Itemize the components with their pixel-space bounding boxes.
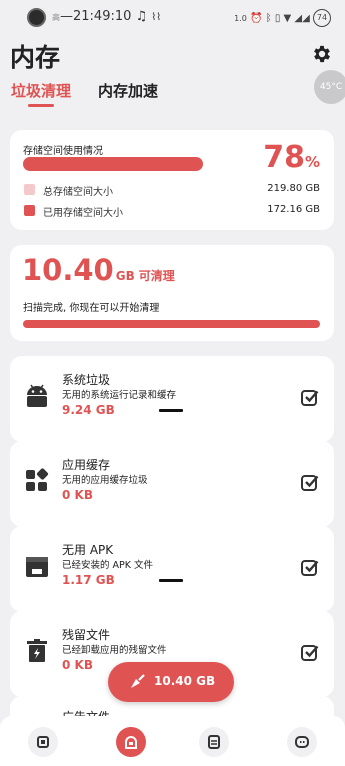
notification-avatar-icon xyxy=(27,8,46,27)
speed-label: 1.0 xyxy=(234,14,247,23)
divider-dash xyxy=(159,579,183,582)
storage-percent: 78% xyxy=(263,140,320,175)
scan-complete-message: 扫描完成, 你现在可以开始清理 xyxy=(23,303,160,314)
storage-percent-number: 78 xyxy=(263,140,305,175)
list-item-system-junk[interactable]: 系统垃圾 无用的系统运行记录和缓存 9.24 GB xyxy=(10,356,334,442)
alarm-icon: ⏰ xyxy=(250,13,263,24)
trash-icon xyxy=(27,639,47,662)
page-title: 内存 xyxy=(10,43,61,72)
carrier-label: 高 xyxy=(52,13,60,22)
tab-junk-clean[interactable]: 垃圾清理 xyxy=(11,80,71,101)
item-description: 无用的系统运行记录和缓存 xyxy=(62,390,177,401)
broom-icon xyxy=(131,674,145,688)
nav-item-storage[interactable] xyxy=(199,727,229,757)
checkbox-checked-icon[interactable] xyxy=(300,643,320,663)
nav-item-assistant[interactable] xyxy=(287,727,317,757)
list-item-useless-apk[interactable]: 无用 APK 已经安装的 APK 文件 1.17 GB xyxy=(10,526,334,612)
cleanable-size-number: 10.40 xyxy=(22,253,114,287)
scan-progress-bar xyxy=(23,320,320,328)
cleanable-size-unit: GB xyxy=(115,269,135,283)
tab-memory-boost[interactable]: 内存加速 xyxy=(98,80,158,101)
cleanable-action-label: 可清理 xyxy=(138,269,175,283)
music-icon: ♫ xyxy=(135,9,148,24)
cpu-chip-icon xyxy=(37,736,49,748)
status-bar: 高—21:49:10 ♫ ⌇⌇ 1.0 ⏰ ᛒ ▯ ▼ ◢◢ 74 xyxy=(0,0,345,34)
checkbox-checked-icon[interactable] xyxy=(300,388,320,408)
item-description: 无用的应用缓存垃圾 xyxy=(62,475,148,486)
clean-now-label: 10.40 GB xyxy=(154,674,216,688)
item-size: 1.17 GB xyxy=(62,573,115,587)
status-time: 21:49:10 xyxy=(73,9,132,24)
bottom-navigation xyxy=(0,716,345,766)
divider-dash xyxy=(159,409,183,412)
storage-usage-bar xyxy=(23,157,203,171)
vibrate-icon: ▯ xyxy=(274,13,281,24)
item-description: 已经安装的 APK 文件 xyxy=(62,560,153,571)
tab-active-indicator xyxy=(28,104,54,107)
apk-box-icon xyxy=(26,557,48,577)
bluetooth-icon: ᛒ xyxy=(265,13,272,24)
item-size: 0 KB xyxy=(62,658,93,672)
nav-item-cleaner[interactable] xyxy=(116,727,146,757)
total-storage-value: 219.80 GB xyxy=(267,183,320,194)
total-storage-label: 总存储空间大小 xyxy=(43,187,113,198)
gear-icon[interactable] xyxy=(311,43,333,65)
android-icon xyxy=(27,384,47,407)
item-size: 9.24 GB xyxy=(62,403,115,417)
used-storage-legend-swatch xyxy=(24,205,35,216)
cleaner-icon xyxy=(125,736,137,749)
item-title: 系统垃圾 xyxy=(62,373,111,387)
checkbox-checked-icon[interactable] xyxy=(300,558,320,578)
nav-item-cpu[interactable] xyxy=(28,727,58,757)
storage-card: 存储空间使用情况 78% 总存储空间大小 219.80 GB 已用存储空间大小 … xyxy=(10,130,334,230)
item-title: 无用 APK xyxy=(62,543,114,557)
checkbox-checked-icon[interactable] xyxy=(300,473,320,493)
item-title: 应用缓存 xyxy=(62,458,111,472)
clean-now-button[interactable]: 10.40 GB xyxy=(108,662,234,702)
list-item-app-cache[interactable]: 应用缓存 无用的应用缓存垃圾 0 KB xyxy=(10,441,334,527)
cleanable-card: 10.40 GB 可清理 扫描完成, 你现在可以开始清理 xyxy=(10,245,334,341)
total-storage-legend-swatch xyxy=(24,184,35,195)
item-title: 残留文件 xyxy=(62,628,111,642)
assistant-icon xyxy=(295,736,309,748)
signal-icon: ◢◢ xyxy=(294,13,310,24)
status-right: 1.0 ⏰ ᛒ ▯ ▼ ◢◢ 74 xyxy=(234,9,331,27)
item-description: 已经卸载应用的残留文件 xyxy=(62,645,167,656)
wifi-icon: ▼ xyxy=(283,13,292,24)
status-left: 高—21:49:10 ♫ ⌇⌇ xyxy=(52,9,162,24)
storage-percent-unit: % xyxy=(304,153,320,171)
used-storage-value: 172.16 GB xyxy=(267,204,320,215)
temperature-badge[interactable]: 45°C xyxy=(314,70,345,104)
cleanable-size: 10.40 GB 可清理 xyxy=(22,253,175,287)
used-storage-label: 已用存储空间大小 xyxy=(43,208,123,219)
storage-icon xyxy=(208,735,220,749)
apps-grid-icon xyxy=(26,468,49,491)
waveform-icon: ⌇⌇ xyxy=(151,12,162,23)
storage-title: 存储空间使用情况 xyxy=(23,146,103,157)
battery-icon: 74 xyxy=(313,9,331,27)
item-size: 0 KB xyxy=(62,488,93,502)
